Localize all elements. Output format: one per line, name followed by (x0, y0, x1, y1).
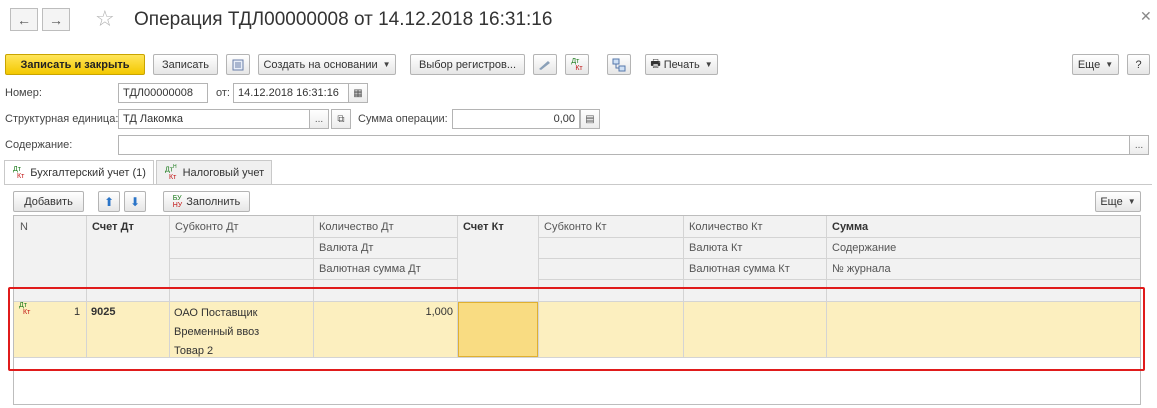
select-registers-button[interactable]: Выбор регистров... (410, 54, 525, 75)
content-field[interactable] (118, 135, 1130, 155)
calculator-button[interactable]: ▤ (580, 109, 600, 129)
number-field[interactable]: ТДЛ00000008 (118, 83, 208, 103)
content-label: Содержание: (5, 139, 73, 151)
hierarchy-icon (612, 58, 626, 71)
header-sum[interactable]: Сумма (828, 218, 872, 236)
dt-kt-button[interactable]: Дт Кт (565, 54, 589, 75)
create-based-label: Создать на основании (263, 58, 378, 71)
more-button[interactable]: Еще ▼ (1072, 54, 1119, 75)
header-account-dt[interactable]: Счет Дт (88, 218, 138, 236)
create-based-on-button[interactable]: Создать на основании ▼ (258, 54, 396, 75)
number-label: Номер: (5, 87, 42, 99)
fill-button[interactable]: БУ НУ Заполнить (163, 191, 250, 212)
sum-label: Сумма операции: (358, 113, 448, 125)
date-label: от: (216, 87, 230, 99)
header-currency-kt[interactable]: Валюта Кт (685, 239, 746, 257)
row-divider (538, 237, 1140, 238)
chevron-down-icon: ▼ (1127, 197, 1136, 206)
print-button[interactable]: 🖶 Печать ▼ (645, 54, 718, 75)
printer-icon: 🖶 (650, 58, 661, 70)
favorite-star-icon[interactable]: ☆ (95, 8, 115, 30)
header-currency-dt[interactable]: Валюта Дт (315, 239, 377, 257)
unit-open-button[interactable]: ⧉ (331, 109, 351, 129)
date-field[interactable]: 14.12.2018 16:31:16 (233, 83, 349, 103)
unit-select-button[interactable]: ... (309, 109, 329, 129)
move-down-button[interactable]: ⬇ (124, 191, 146, 212)
header-account-kt[interactable]: Счет Кт (459, 218, 508, 236)
table-more-button[interactable]: Еще ▼ (1095, 191, 1141, 212)
arrow-right-icon: → (49, 11, 63, 28)
row-divider (169, 258, 457, 259)
table-more-label: Еще (1100, 195, 1123, 208)
print-label: Печать (663, 58, 700, 71)
list-icon (232, 59, 244, 70)
sum-field[interactable]: 0,00 (452, 109, 580, 129)
back-button[interactable]: ← (10, 8, 38, 31)
header-subconto-kt[interactable]: Субконто Кт (540, 218, 611, 236)
header-content[interactable]: Содержание (828, 239, 900, 257)
header-cur-sum-dt[interactable]: Валютная сумма Дт (315, 260, 425, 278)
dt-kt-tax-icon: ДтН Кт (165, 164, 177, 181)
calendar-icon: ▦ (353, 87, 363, 99)
content-select-button[interactable]: ... (1129, 135, 1149, 155)
fill-label: Заполнить (186, 195, 241, 208)
row-divider (538, 279, 1140, 280)
open-link-icon: ⧉ (337, 113, 345, 125)
journal-button[interactable] (226, 54, 250, 75)
header-journal[interactable]: № журнала (828, 260, 895, 278)
header-qty-dt[interactable]: Количество Дт (315, 218, 398, 236)
tab-accounting-label: Бухгалтерский учет (1) (30, 167, 146, 179)
fill-icon: БУ НУ (172, 194, 183, 209)
structure-button[interactable] (607, 54, 631, 75)
tab-accounting[interactable]: Дт Кт Бухгалтерский учет (1) (4, 160, 154, 185)
row-divider (169, 237, 457, 238)
edit-button[interactable] (533, 54, 557, 75)
header-subconto-dt[interactable]: Субконто Дт (171, 218, 243, 236)
tab-tax[interactable]: ДтН Кт Налоговый учет (156, 160, 272, 184)
move-up-button[interactable]: ⬆ (98, 191, 120, 212)
save-button[interactable]: Записать (153, 54, 218, 75)
calendar-button[interactable]: ▦ (348, 83, 368, 103)
close-icon[interactable]: ✕ (1140, 8, 1152, 25)
window-title: Операция ТДЛ00000008 от 14.12.2018 16:31… (134, 9, 553, 30)
add-row-button[interactable]: Добавить (13, 191, 84, 212)
unit-field[interactable]: ТД Лакомка (118, 109, 310, 129)
help-button[interactable]: ? (1127, 54, 1150, 75)
header-qty-kt[interactable]: Количество Кт (685, 218, 767, 236)
calculator-icon: ▤ (585, 113, 595, 125)
unit-label: Структурная единица: (5, 113, 119, 125)
annotation-highlight-box (8, 287, 1145, 371)
arrow-down-icon: ⬇ (129, 194, 141, 209)
dt-kt-icon: Дт Кт (13, 166, 25, 180)
arrow-left-icon: ← (17, 11, 31, 28)
row-divider (169, 279, 457, 280)
dt-kt-icon: Дт Кт (571, 57, 583, 72)
more-label: Еще (1077, 58, 1101, 71)
pencil-icon (539, 60, 550, 70)
chevron-down-icon: ▼ (382, 60, 391, 69)
tab-tax-label: Налоговый учет (182, 166, 265, 179)
chevron-down-icon: ▼ (704, 60, 713, 69)
chevron-down-icon: ▼ (1105, 60, 1114, 69)
save-and-close-button[interactable]: Записать и закрыть (5, 54, 145, 75)
tab-divider (4, 184, 1152, 185)
header-cur-sum-kt[interactable]: Валютная сумма Кт (685, 260, 794, 278)
row-divider (538, 258, 1140, 259)
arrow-up-icon: ⬆ (103, 194, 115, 209)
header-n[interactable]: N (16, 218, 32, 236)
forward-button[interactable]: → (42, 8, 70, 31)
